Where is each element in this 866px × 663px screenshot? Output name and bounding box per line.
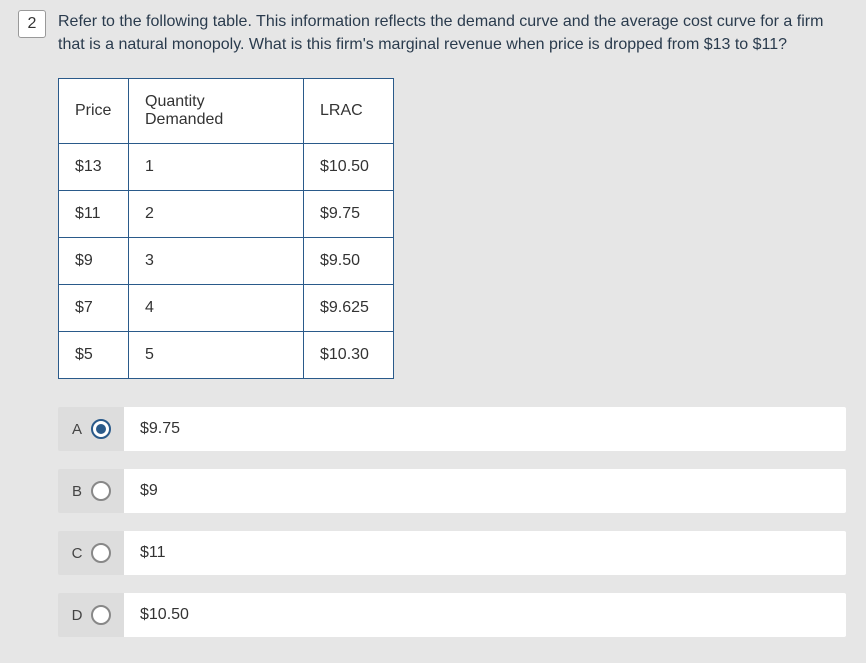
cell-lrac: $9.50	[304, 238, 394, 285]
radio-button[interactable]	[91, 605, 111, 625]
header-price: Price	[59, 79, 129, 144]
answer-text: $9	[124, 469, 846, 513]
answer-option-a[interactable]: A $9.75	[58, 407, 846, 451]
cell-price: $5	[59, 332, 129, 379]
question-number-badge: 2	[18, 10, 46, 38]
table-row: $7 4 $9.625	[59, 285, 394, 332]
table-row: $11 2 $9.75	[59, 191, 394, 238]
cell-quantity: 5	[129, 332, 304, 379]
cell-lrac: $9.625	[304, 285, 394, 332]
table-row: $9 3 $9.50	[59, 238, 394, 285]
radio-button[interactable]	[91, 543, 111, 563]
table-header-row: Price Quantity Demanded LRAC	[59, 79, 394, 144]
question-text: Refer to the following table. This infor…	[58, 10, 846, 56]
cell-lrac: $9.75	[304, 191, 394, 238]
answer-letter: D	[71, 607, 83, 624]
answer-option-c[interactable]: C $11	[58, 531, 846, 575]
cell-lrac: $10.30	[304, 332, 394, 379]
cell-quantity: 3	[129, 238, 304, 285]
table-row: $13 1 $10.50	[59, 144, 394, 191]
answer-letter-box: C	[58, 531, 124, 575]
radio-button[interactable]	[91, 481, 111, 501]
cell-price: $7	[59, 285, 129, 332]
data-table: Price Quantity Demanded LRAC $13 1 $10.5…	[58, 78, 394, 379]
answer-letter-box: D	[58, 593, 124, 637]
cell-price: $13	[59, 144, 129, 191]
table-row: $5 5 $10.30	[59, 332, 394, 379]
radio-button[interactable]	[91, 419, 111, 439]
answer-option-b[interactable]: B $9	[58, 469, 846, 513]
cell-quantity: 1	[129, 144, 304, 191]
header-quantity: Quantity Demanded	[129, 79, 304, 144]
header-lrac: LRAC	[304, 79, 394, 144]
cell-quantity: 2	[129, 191, 304, 238]
answer-option-d[interactable]: D $10.50	[58, 593, 846, 637]
question-wrapper: 2 Refer to the following table. This inf…	[18, 10, 846, 637]
answer-letter-box: A	[58, 407, 124, 451]
question-body: Refer to the following table. This infor…	[58, 10, 846, 637]
answer-text: $9.75	[124, 407, 846, 451]
cell-price: $11	[59, 191, 129, 238]
answer-letter: B	[71, 483, 83, 500]
cell-price: $9	[59, 238, 129, 285]
cell-quantity: 4	[129, 285, 304, 332]
answer-letter: A	[71, 421, 83, 438]
cell-lrac: $10.50	[304, 144, 394, 191]
answer-letter-box: B	[58, 469, 124, 513]
answer-letter: C	[71, 545, 83, 562]
answer-list: A $9.75 B $9 C $11	[58, 407, 846, 637]
answer-text: $11	[124, 531, 846, 575]
answer-text: $10.50	[124, 593, 846, 637]
